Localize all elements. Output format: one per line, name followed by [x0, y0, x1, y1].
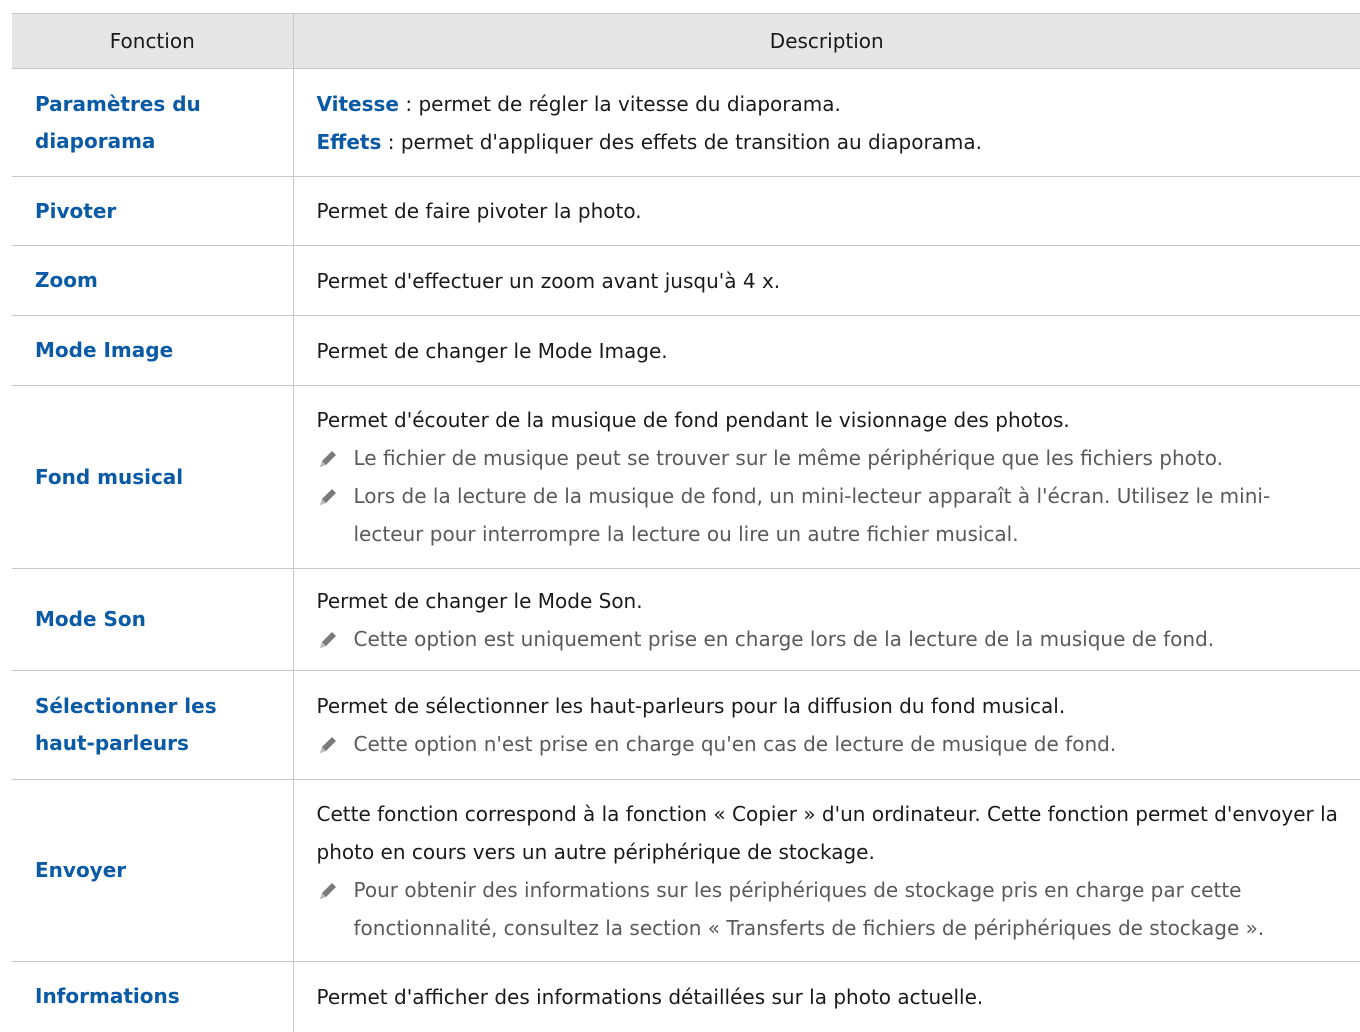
table-row: Mode Son Permet de changer le Mode Son. …	[12, 568, 1360, 671]
function-description: Cette fonction correspond à la fonction …	[292, 779, 1360, 962]
function-description: Permet de changer le Mode Image.	[292, 315, 1360, 386]
pencil-icon	[319, 489, 336, 505]
function-description: Permet d'écouter de la musique de fond p…	[292, 385, 1360, 569]
keyword: Effets	[316, 129, 382, 154]
description-text: Permet d'effectuer un zoom avant jusqu'à…	[316, 268, 781, 293]
header-function: Fonction	[12, 13, 293, 69]
note-text: Le fichier de musique peut se trouver su…	[353, 446, 1224, 470]
note-text: Pour obtenir des informations sur les pé…	[353, 877, 1265, 940]
table-row: Fond musical Permet d'écouter de la musi…	[12, 385, 1360, 569]
function-name: Sélectionner les haut-parleurs	[12, 670, 293, 780]
function-name: Mode Image	[12, 315, 293, 386]
table-row: Zoom Permet d'effectuer un zoom avant ju…	[12, 245, 1360, 316]
function-description: Permet d'afficher des informations détai…	[292, 961, 1360, 1032]
pencil-icon	[319, 631, 336, 648]
function-name: Fond musical	[12, 385, 293, 569]
pencil-icon	[319, 451, 336, 467]
function-description: Permet de faire pivoter la photo.	[292, 176, 1360, 246]
description-text: Permet de changer le Mode Image.	[316, 338, 668, 363]
header-description: Description	[292, 13, 1360, 69]
function-name: Mode Son	[12, 568, 293, 671]
note-text: Cette option n'est prise en charge qu'en…	[353, 732, 1117, 756]
table-header-row: Fonction Description	[12, 13, 1360, 69]
description-text: : permet d'appliquer des effets de trans…	[381, 129, 983, 154]
note: Lors de la lecture de la musique de fond…	[317, 477, 1341, 553]
function-table: Fonction Description Paramètres du diapo…	[12, 13, 1360, 1032]
table-row: Envoyer Cette fonction correspond à la f…	[12, 779, 1360, 962]
function-name: Paramètres du diaporama	[12, 68, 293, 177]
table-row: Informations Permet d'afficher des infor…	[12, 961, 1360, 1032]
function-name: Envoyer	[12, 779, 293, 962]
keyword: Vitesse	[316, 91, 399, 116]
table-row: Sélectionner les haut-parleurs Permet de…	[12, 670, 1360, 780]
table-row: Paramètres du diaporama Vitesse : permet…	[12, 68, 1360, 177]
note-text: Cette option est uniquement prise en cha…	[353, 626, 1215, 651]
description-line: Effets : permet d'appliquer des effets d…	[317, 123, 1341, 161]
note: Cette option est uniquement prise en cha…	[317, 620, 1341, 658]
table-row: Pivoter Permet de faire pivoter la photo…	[12, 176, 1360, 246]
pencil-icon	[319, 882, 336, 899]
function-description: Permet de sélectionner les haut-parleurs…	[292, 670, 1360, 780]
note: Cette option n'est prise en charge qu'en…	[317, 725, 1341, 763]
pencil-icon	[319, 737, 336, 753]
description-text: Cette fonction correspond à la fonction …	[316, 801, 1338, 864]
note: Pour obtenir des informations sur les pé…	[317, 871, 1341, 947]
description-text: Permet de faire pivoter la photo.	[316, 199, 642, 223]
description-text: Permet de sélectionner les haut-parleurs…	[316, 694, 1066, 718]
table-row: Mode Image Permet de changer le Mode Ima…	[12, 315, 1360, 386]
description-text: : permet de régler la vitesse du diapora…	[398, 91, 841, 116]
note-text: Lors de la lecture de la musique de fond…	[353, 484, 1271, 546]
description-line: Vitesse : permet de régler la vitesse du…	[317, 85, 1341, 123]
function-name: Zoom	[12, 245, 293, 316]
description-text: Permet d'écouter de la musique de fond p…	[316, 408, 1070, 432]
function-description: Permet d'effectuer un zoom avant jusqu'à…	[292, 245, 1360, 316]
function-name: Informations	[35, 984, 180, 1009]
function-name: Pivoter	[12, 176, 293, 246]
description-text: Permet de changer le Mode Son.	[316, 588, 643, 613]
function-description: Vitesse : permet de régler la vitesse du…	[292, 68, 1360, 177]
function-description: Permet de changer le Mode Son. Cette opt…	[292, 568, 1360, 671]
note: Le fichier de musique peut se trouver su…	[317, 439, 1341, 477]
page: Fonction Description Paramètres du diapo…	[0, 0, 1360, 1032]
description-text: Permet d'afficher des informations détai…	[316, 984, 984, 1009]
